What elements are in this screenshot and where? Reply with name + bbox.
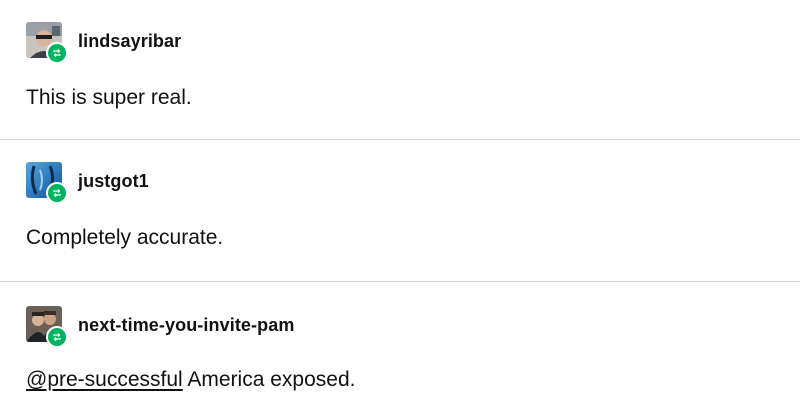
post-header: next-time-you-invite-pam	[26, 306, 294, 348]
mention-link[interactable]: @pre-successful	[26, 368, 183, 391]
post-header: justgot1	[26, 162, 149, 204]
reblog-icon	[46, 326, 68, 348]
post-body-text: This is super real.	[26, 86, 192, 109]
post-body-text: Completely accurate.	[26, 226, 224, 249]
reblog-icon	[46, 182, 68, 204]
post-body-remainder: America exposed.	[182, 368, 356, 391]
avatar[interactable]	[26, 22, 68, 64]
reblog-post: next-time-you-invite-pam @pre-successful…	[0, 282, 800, 420]
username-link[interactable]: next-time-you-invite-pam	[78, 315, 294, 336]
avatar[interactable]	[26, 306, 68, 348]
username-link[interactable]: justgot1	[78, 171, 149, 192]
post-header: lindsayribar	[26, 22, 181, 64]
reblog-post: justgot1 Completely accurate.	[0, 140, 800, 282]
username-link[interactable]: lindsayribar	[78, 31, 181, 52]
reblog-post: lindsayribar This is super real.	[0, 0, 800, 140]
reblog-icon	[46, 42, 68, 64]
avatar[interactable]	[26, 162, 68, 204]
post-body-text: @pre-successful America exposed.	[26, 368, 355, 392]
